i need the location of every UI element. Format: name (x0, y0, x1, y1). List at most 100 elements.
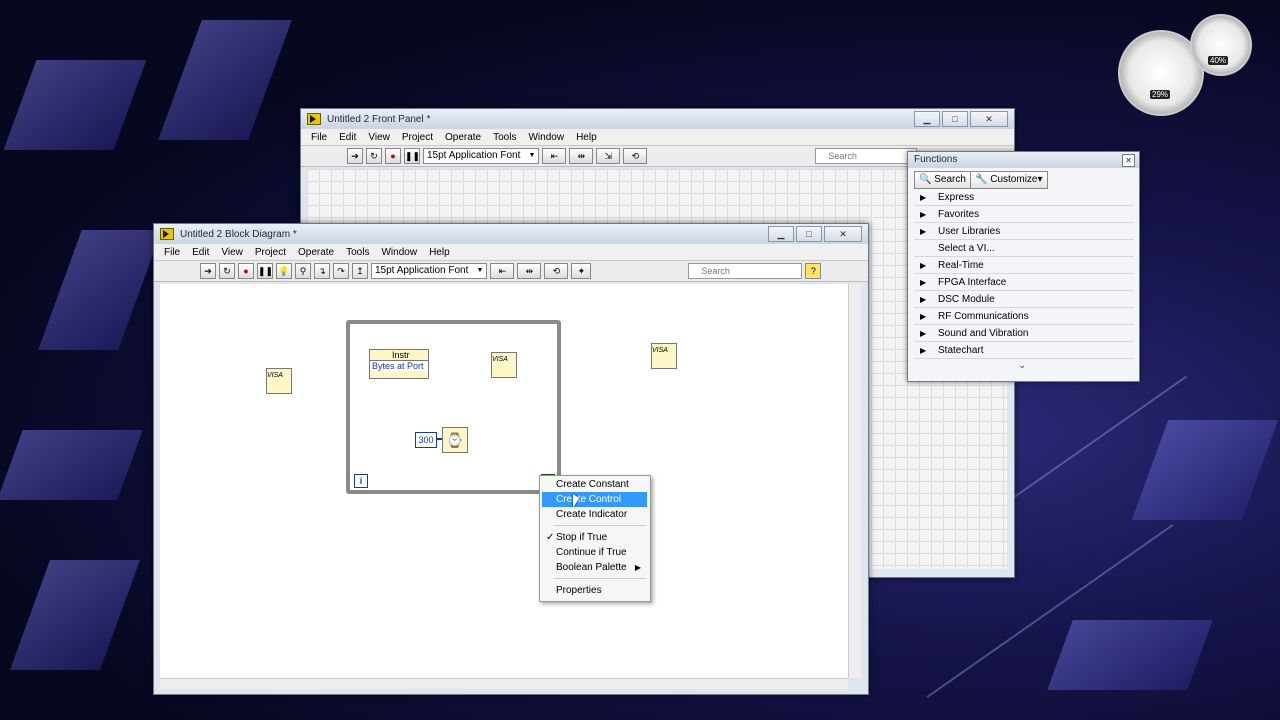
abort-icon[interactable]: ● (385, 148, 401, 164)
menu-item-continue-if-true[interactable]: Continue if True (542, 545, 647, 560)
resize-objects-icon[interactable]: ⇲ (596, 148, 621, 164)
reorder-icon[interactable]: ⟲ (544, 263, 569, 279)
menu-item-create-constant[interactable]: Create Constant (542, 477, 647, 492)
property-node-title: Instr (370, 350, 428, 361)
palette-item-dsc-module[interactable]: ▶ DSC Module (914, 292, 1134, 308)
menu-project[interactable]: Project (396, 132, 439, 143)
pause-icon[interactable]: ❚❚ (257, 263, 273, 279)
loop-iteration-terminal[interactable]: i (354, 474, 368, 488)
minimize-icon[interactable]: ▁ (914, 111, 940, 127)
font-selector[interactable]: 15pt Application Font (423, 148, 540, 164)
palette-item-label: User Libraries (938, 226, 1001, 237)
block-diagram-titlebar[interactable]: Untitled 2 Block Diagram * ▁ □ ✕ (154, 224, 868, 244)
menu-help[interactable]: Help (423, 247, 456, 258)
abort-icon[interactable]: ● (238, 263, 254, 279)
reorder-icon[interactable]: ⟲ (623, 148, 648, 164)
run-continuous-icon[interactable]: ↻ (219, 263, 235, 279)
distribute-objects-icon[interactable]: ⇹ (569, 148, 594, 164)
palette-item-statechart[interactable]: ▶ Statechart (914, 343, 1134, 359)
functions-palette[interactable]: Functions ✕ 🔍 Search 🔧 Customize▾ ▶ Expre… (907, 151, 1140, 382)
decor-shape (158, 20, 292, 140)
menu-item-properties[interactable]: Properties (542, 583, 647, 598)
cleanup-diagram-icon[interactable]: ✦ (571, 263, 592, 279)
menu-operate[interactable]: Operate (292, 247, 340, 258)
run-arrow-icon[interactable]: ➔ (200, 263, 216, 279)
step-into-icon[interactable]: ↴ (314, 263, 330, 279)
menu-help[interactable]: Help (570, 132, 603, 143)
menu-item-boolean-palette[interactable]: Boolean Palette ▶ (542, 560, 647, 575)
menu-tools[interactable]: Tools (487, 132, 522, 143)
palette-titlebar[interactable]: Functions ✕ (908, 152, 1139, 168)
memory-gauge[interactable]: 40% (1190, 14, 1252, 76)
menu-file[interactable]: File (158, 247, 186, 258)
menu-view[interactable]: View (362, 132, 396, 143)
menu-edit[interactable]: Edit (333, 132, 362, 143)
palette-title: Functions (914, 154, 958, 165)
menu-separator (554, 578, 646, 579)
maximize-icon[interactable]: □ (942, 111, 968, 127)
run-continuous-icon[interactable]: ↻ (366, 148, 382, 164)
run-arrow-icon[interactable]: ➔ (347, 148, 363, 164)
palette-item-user-libraries[interactable]: ▶ User Libraries (914, 224, 1134, 240)
palette-item-label: Express (938, 192, 975, 203)
menu-item-stop-if-true[interactable]: ✓ Stop if True (542, 530, 647, 545)
wait-ms-node[interactable]: ⌚ (442, 427, 468, 453)
search-icon: 🔍 (919, 174, 932, 185)
menu-window[interactable]: Window (522, 132, 570, 143)
menu-window[interactable]: Window (375, 247, 423, 258)
palette-item-select-vi[interactable]: Select a VI... (914, 241, 1134, 257)
checkmark-icon: ✓ (546, 532, 555, 543)
align-objects-icon[interactable]: ⇤ (542, 148, 567, 164)
close-icon[interactable]: ✕ (970, 111, 1008, 127)
watch-icon: ⌚ (446, 432, 464, 448)
expand-arrow-icon: ▶ (920, 227, 927, 236)
block-diagram-window[interactable]: Untitled 2 Block Diagram * ▁ □ ✕ File Ed… (153, 223, 869, 695)
visa-open-node[interactable]: VISA (266, 368, 292, 394)
palette-customize-button[interactable]: 🔧 Customize▾ (970, 171, 1048, 189)
visa-close-node[interactable]: VISA (651, 343, 677, 369)
maximize-icon[interactable]: □ (796, 226, 822, 242)
step-out-icon[interactable]: ↥ (352, 263, 368, 279)
menu-operate[interactable]: Operate (439, 132, 487, 143)
wait-constant[interactable]: 300 (415, 432, 437, 448)
menu-item-create-indicator[interactable]: Create Indicator (542, 507, 647, 522)
palette-search-button[interactable]: 🔍 Search (914, 171, 971, 189)
palette-item-express[interactable]: ▶ Express (914, 190, 1134, 206)
menu-edit[interactable]: Edit (186, 247, 215, 258)
retain-wire-values-icon[interactable]: ⚲ (295, 263, 311, 279)
palette-more-icon[interactable]: ⌄ (1018, 360, 1026, 371)
vertical-scrollbar[interactable] (848, 284, 861, 678)
palette-item-favorites[interactable]: ▶ Favorites (914, 207, 1134, 223)
block-diagram-menubar: File Edit View Project Operate Tools Win… (154, 244, 868, 261)
palette-item-sound-vibration[interactable]: ▶ Sound and Vibration (914, 326, 1134, 342)
menu-tools[interactable]: Tools (340, 247, 375, 258)
palette-item-fpga-interface[interactable]: ▶ FPGA Interface (914, 275, 1134, 291)
decor-shape (3, 60, 147, 150)
font-selector[interactable]: 15pt Application Font (371, 263, 488, 279)
while-loop[interactable]: i (346, 320, 561, 494)
front-panel-titlebar[interactable]: Untitled 2 Front Panel * ▁ □ ✕ (301, 109, 1014, 129)
pause-icon[interactable]: ❚❚ (404, 148, 420, 164)
minimize-icon[interactable]: ▁ (768, 226, 794, 242)
decor-shape (0, 430, 143, 500)
menu-project[interactable]: Project (249, 247, 292, 258)
labview-icon (307, 113, 321, 125)
menu-view[interactable]: View (215, 247, 249, 258)
property-node-property[interactable]: Bytes at Port (370, 361, 428, 371)
step-over-icon[interactable]: ↷ (333, 263, 349, 279)
palette-item-rf-communications[interactable]: ▶ RF Communications (914, 309, 1134, 325)
horizontal-scrollbar[interactable] (160, 678, 848, 689)
property-node[interactable]: Instr Bytes at Port (369, 349, 429, 379)
visa-read-node[interactable]: VISA (491, 352, 517, 378)
distribute-objects-icon[interactable]: ⇹ (517, 263, 542, 279)
help-icon[interactable]: ? (805, 263, 822, 279)
close-icon[interactable]: ✕ (1122, 154, 1135, 167)
close-icon[interactable]: ✕ (824, 226, 862, 242)
align-objects-icon[interactable]: ⇤ (490, 263, 515, 279)
palette-item-real-time[interactable]: ▶ Real-Time (914, 258, 1134, 274)
menu-item-create-control[interactable]: Create Control (542, 492, 647, 507)
block-diagram-search-input[interactable]: Search (688, 263, 803, 279)
front-panel-search-input[interactable]: Search (815, 148, 918, 164)
menu-file[interactable]: File (305, 132, 333, 143)
highlight-execution-icon[interactable]: 💡 (276, 263, 292, 279)
